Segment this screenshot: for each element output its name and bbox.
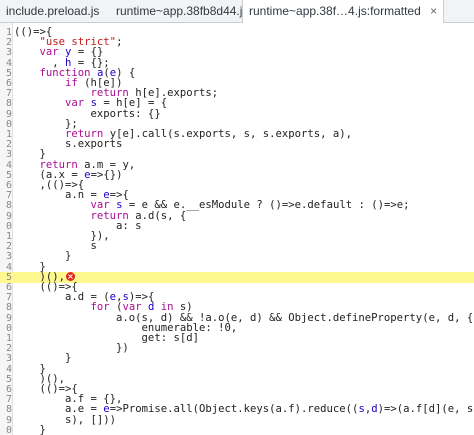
code-line: 0 }	[0, 423, 474, 435]
tab-label: include.preload.js	[6, 4, 100, 18]
close-icon[interactable]: ×	[430, 0, 437, 22]
tab-include-preload[interactable]: include.preload.js	[6, 0, 99, 22]
tab-runtime-app-formatted[interactable]: runtime~app.38f…4.js:formatted ×	[242, 0, 445, 23]
error-icon[interactable]: ×	[66, 272, 76, 282]
code-editor[interactable]: 1 (()=>{2 "use strict"; 3 var y = {} 4 , h …	[0, 23, 474, 435]
tab-bar: include.preload.js runtime~app.38fb8d44.…	[0, 0, 474, 23]
code-text: }	[14, 423, 46, 435]
tab-runtime-app[interactable]: runtime~app.38fb8d44.js	[116, 0, 248, 22]
tab-label: runtime~app.38f…4.js:formatted	[249, 4, 421, 18]
tab-label: runtime~app.38fb8d44.js	[116, 4, 249, 18]
line-number[interactable]: 0	[0, 425, 12, 435]
